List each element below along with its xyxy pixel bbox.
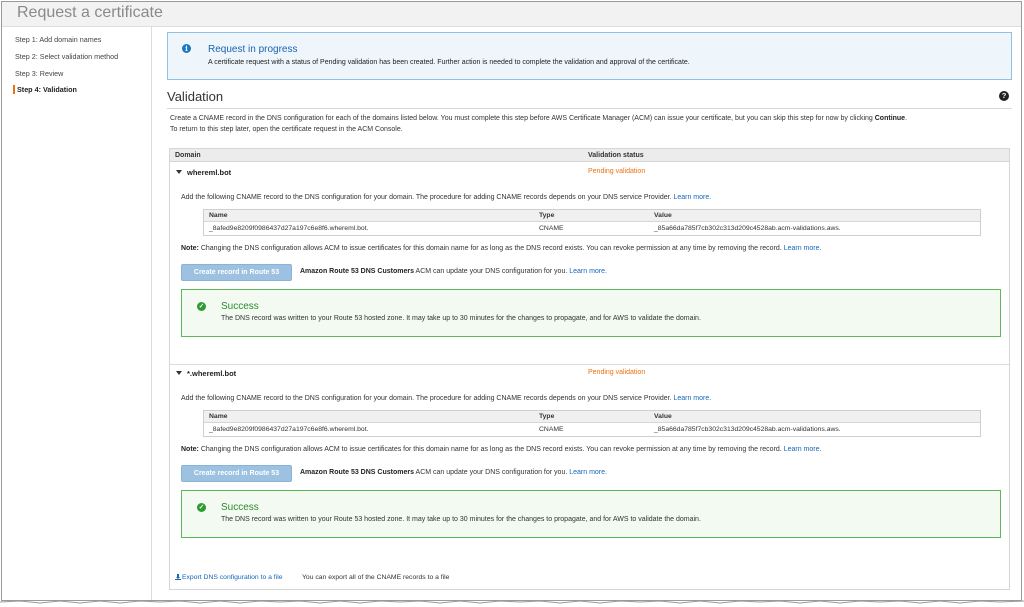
record-header-value: Value xyxy=(654,413,672,420)
create-record-route53-button[interactable]: Create record in Route 53 xyxy=(181,465,292,482)
route53-customers-label: Amazon Route 53 DNS Customers xyxy=(300,469,414,476)
route53-info: Amazon Route 53 DNS Customers ACM can up… xyxy=(300,268,607,275)
main-content: i Request in progress A certificate requ… xyxy=(167,27,1012,600)
route53-customers-label: Amazon Route 53 DNS Customers xyxy=(300,268,414,275)
download-icon xyxy=(175,574,181,580)
caret-down-icon[interactable] xyxy=(176,170,182,174)
info-icon: i xyxy=(182,44,191,53)
record-header-type: Type xyxy=(539,212,555,219)
domain-row-wildcard-whereml-bot: *.whereml.bot Pending validation Add the… xyxy=(170,364,1009,564)
section-title: Validation xyxy=(167,89,224,104)
continue-keyword: Continue xyxy=(874,115,906,122)
domain-table-header: Domain Validation status xyxy=(170,149,1009,162)
validation-description-text: Create a CNAME record in the DNS configu… xyxy=(170,115,873,122)
record-value[interactable]: _85a66da785f7cb302c313d209c4528ab.acm-va… xyxy=(654,426,841,433)
validation-description-return: To return to this step later, open the c… xyxy=(170,126,403,133)
window-frame: Request a certificate Step 1: Add domain… xyxy=(1,1,1022,601)
create-record-route53-button[interactable]: Create record in Route 53 xyxy=(181,264,292,281)
divider xyxy=(170,364,1009,365)
status-badge: Pending validation xyxy=(588,369,646,376)
wizard-sidebar: Step 1: Add domain names Step 2: Select … xyxy=(2,27,152,600)
torn-edge xyxy=(0,600,1024,604)
sidebar-step-select-validation-method[interactable]: Step 2: Select validation method xyxy=(15,52,118,61)
column-header-domain: Domain xyxy=(175,152,201,159)
record-type: CNAME xyxy=(539,426,564,433)
cname-instructions: Add the following CNAME record to the DN… xyxy=(181,395,711,402)
column-header-validation-status: Validation status xyxy=(588,152,644,159)
validation-description: Create a CNAME record in the DNS configu… xyxy=(170,115,908,122)
record-header-name: Name xyxy=(209,413,228,420)
page-title: Request a certificate xyxy=(17,4,163,21)
record-value[interactable]: _85a66da785f7cb302c313d209c4528ab.acm-va… xyxy=(654,225,841,232)
success-text: The DNS record was written to your Route… xyxy=(221,315,701,322)
info-alert-text: A certificate request with a status of P… xyxy=(208,59,690,66)
record-header-type: Type xyxy=(539,413,555,420)
domain-table: Domain Validation status whereml.bot Pen… xyxy=(169,148,1010,590)
route53-text: ACM can update your DNS configuration fo… xyxy=(415,268,568,275)
learn-more-link[interactable]: Learn more. xyxy=(673,194,711,201)
success-alert: ✓ Success The DNS record was written to … xyxy=(181,490,1001,538)
export-note: You can export all of the CNAME records … xyxy=(302,574,450,581)
success-title: Success xyxy=(221,301,259,312)
note-label: Note: xyxy=(181,446,199,453)
note-learn-more-link[interactable]: Learn more. xyxy=(784,245,822,252)
route53-info: Amazon Route 53 DNS Customers ACM can up… xyxy=(300,469,607,476)
record-header-name: Name xyxy=(209,212,228,219)
export-link-label: Export DNS configuration to a file xyxy=(182,574,283,581)
cname-record-header: Name Type Value xyxy=(204,411,980,423)
divider xyxy=(167,108,1012,109)
record-type: CNAME xyxy=(539,225,564,232)
record-name[interactable]: _8afed9e8209f0986437d27a197c6e8f6.wherem… xyxy=(209,225,369,232)
cname-instructions-text: Add the following CNAME record to the DN… xyxy=(181,194,672,201)
check-circle-icon: ✓ xyxy=(197,503,206,512)
sidebar-step-add-domain-names[interactable]: Step 1: Add domain names xyxy=(15,35,101,44)
info-alert: i Request in progress A certificate requ… xyxy=(167,32,1012,80)
record-name[interactable]: _8afed9e8209f0986437d27a197c6e8f6.wherem… xyxy=(209,426,369,433)
sidebar-step-validation[interactable]: Step 4: Validation xyxy=(13,85,77,94)
dns-note: Note: Changing the DNS configuration all… xyxy=(181,446,821,453)
export-dns-configuration-link[interactable]: Export DNS configuration to a file xyxy=(175,574,283,581)
domain-name[interactable]: *.whereml.bot xyxy=(187,369,236,378)
route53-learn-more-link[interactable]: Learn more. xyxy=(569,469,607,476)
route53-learn-more-link[interactable]: Learn more. xyxy=(569,268,607,275)
status-badge: Pending validation xyxy=(588,168,646,175)
success-title: Success xyxy=(221,502,259,513)
note-text: Changing the DNS configuration allows AC… xyxy=(200,446,782,453)
page-header: Request a certificate xyxy=(2,2,1021,27)
success-alert: ✓ Success The DNS record was written to … xyxy=(181,289,1001,337)
caret-down-icon[interactable] xyxy=(176,371,182,375)
check-circle-icon: ✓ xyxy=(197,302,206,311)
sidebar-step-review[interactable]: Step 3: Review xyxy=(15,69,63,78)
record-header-value: Value xyxy=(654,212,672,219)
success-text: The DNS record was written to your Route… xyxy=(221,516,701,523)
cname-record-header: Name Type Value xyxy=(204,210,980,222)
cname-instructions-text: Add the following CNAME record to the DN… xyxy=(181,395,672,402)
cname-record-table: Name Type Value _8afed9e8209f0986437d27a… xyxy=(203,410,981,437)
note-label: Note: xyxy=(181,245,199,252)
note-learn-more-link[interactable]: Learn more. xyxy=(784,446,822,453)
note-text: Changing the DNS configuration allows AC… xyxy=(200,245,782,252)
cname-record-table: Name Type Value _8afed9e8209f0986437d27a… xyxy=(203,209,981,236)
info-alert-title: Request in progress xyxy=(208,44,298,55)
question-circle-icon[interactable]: ? xyxy=(999,91,1009,101)
dns-note: Note: Changing the DNS configuration all… xyxy=(181,245,821,252)
domain-row-whereml-bot: whereml.bot Pending validation Add the f… xyxy=(170,163,1009,363)
route53-text: ACM can update your DNS configuration fo… xyxy=(415,469,568,476)
cname-instructions: Add the following CNAME record to the DN… xyxy=(181,194,711,201)
learn-more-link[interactable]: Learn more. xyxy=(673,395,711,402)
domain-name[interactable]: whereml.bot xyxy=(187,168,231,177)
